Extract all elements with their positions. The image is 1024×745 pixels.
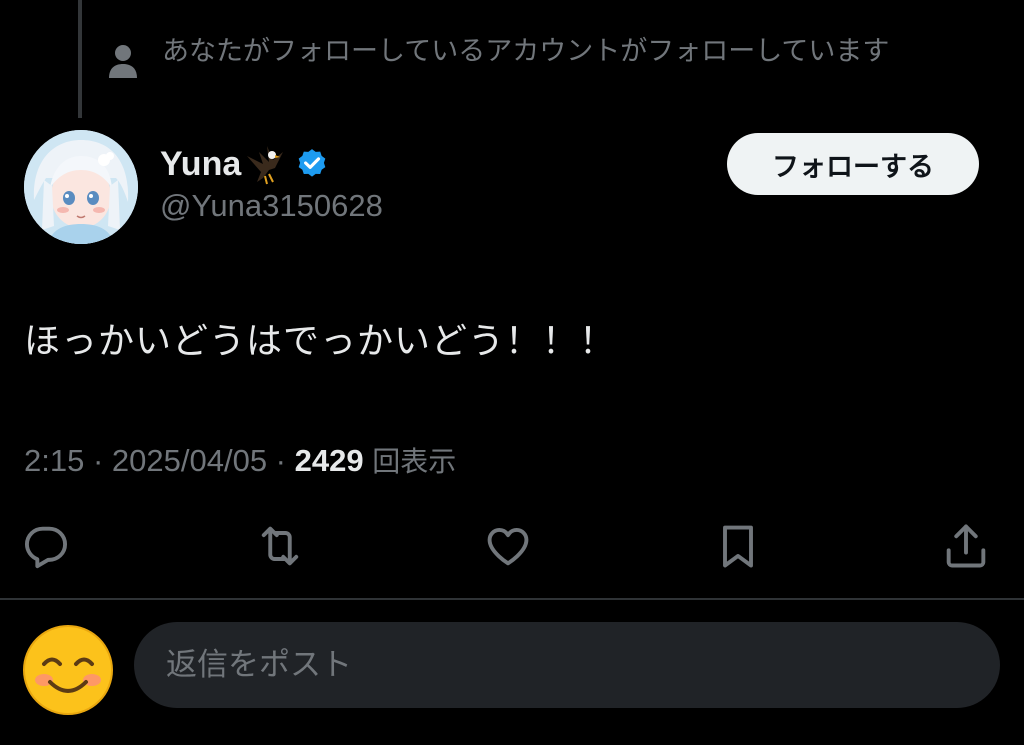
views-count[interactable]: 2429 xyxy=(295,443,364,479)
social-context-text: あなたがフォローしているアカウントがフォローしています xyxy=(162,36,890,67)
display-name[interactable]: Yuna xyxy=(160,145,241,184)
post-metadata: 2:15 · 2025/04/05 · 2429 回表示 xyxy=(24,440,456,480)
meta-separator: · xyxy=(267,443,295,478)
action-bar xyxy=(0,520,1024,576)
avatar-image xyxy=(24,130,138,244)
reply-button[interactable] xyxy=(20,520,72,572)
reply-input[interactable] xyxy=(134,622,1000,708)
like-icon xyxy=(487,528,529,566)
social-context: あなたがフォローしているアカウントがフォローしています xyxy=(108,30,968,84)
thread-connector-line xyxy=(78,0,82,118)
post-text: ほっかいどうはでっかいどう！！！ xyxy=(24,321,617,362)
eagle-emoji-icon xyxy=(247,146,284,185)
divider xyxy=(0,598,1024,600)
repost-button[interactable] xyxy=(254,520,306,572)
author-handle[interactable]: @Yuna3150628 xyxy=(160,188,383,224)
person-icon xyxy=(109,45,137,78)
like-button[interactable] xyxy=(482,520,534,572)
views-label: 回表示 xyxy=(372,445,457,478)
meta-separator: · xyxy=(84,443,112,478)
display-name-row[interactable]: Yuna xyxy=(160,140,329,188)
post-time[interactable]: 2:15 xyxy=(24,443,84,479)
follow-button[interactable]: フォローする xyxy=(727,133,979,195)
bookmark-icon xyxy=(723,525,753,568)
reply-icon xyxy=(24,526,68,569)
repost-icon xyxy=(261,526,299,566)
share-icon xyxy=(946,524,986,568)
current-user-avatar[interactable] xyxy=(22,624,114,716)
post-date[interactable]: 2025/04/05 xyxy=(112,443,267,479)
verified-badge-icon[interactable] xyxy=(295,147,329,181)
share-button[interactable] xyxy=(940,520,992,572)
author-avatar[interactable] xyxy=(24,130,138,244)
bookmark-button[interactable] xyxy=(712,520,764,572)
